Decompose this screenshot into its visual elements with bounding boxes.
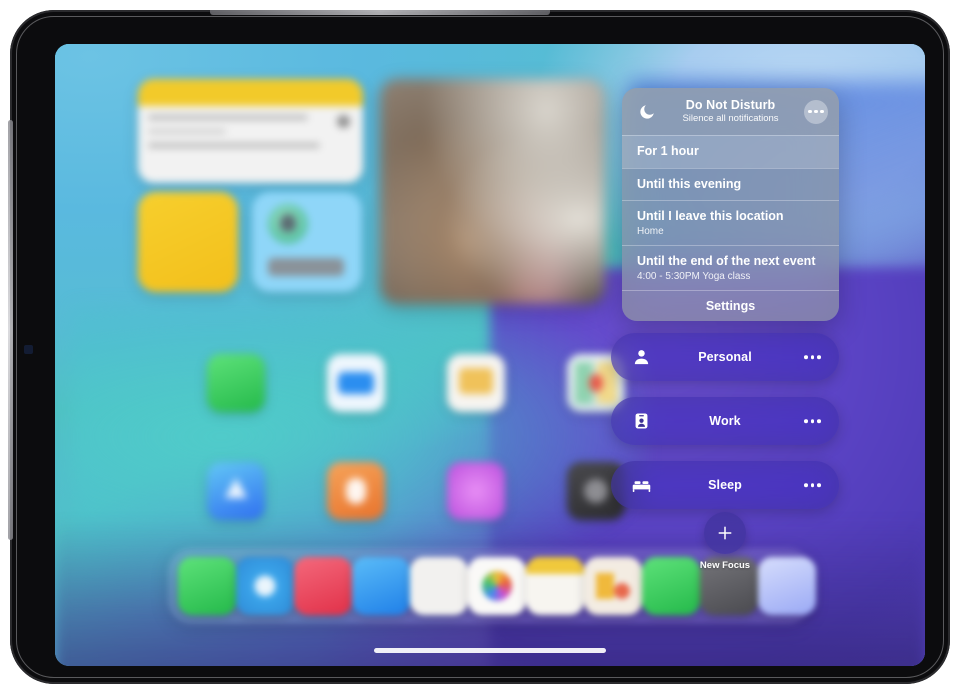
power-button[interactable] <box>24 345 33 354</box>
notes-widget-header <box>138 79 363 106</box>
microphone-icon <box>280 214 296 232</box>
notes-widget[interactable] <box>138 79 363 183</box>
do-not-disturb-title: Do Not Disturb <box>685 98 776 113</box>
dnd-option-sublabel: 4:00 - 5:30PM Yoga class <box>637 270 751 282</box>
dnd-option-until-this-evening[interactable]: Until this evening <box>622 167 839 201</box>
dnd-option-label: Until I leave this location <box>637 209 784 224</box>
dnd-settings-button[interactable]: Settings <box>622 289 839 321</box>
dnd-option-label: Until this evening <box>637 176 742 191</box>
notes-widget-body <box>138 106 363 148</box>
focus-mode-sleep[interactable]: Sleep <box>611 461 839 509</box>
dock-icon-news[interactable] <box>410 557 468 615</box>
new-focus-label: New Focus <box>699 560 751 571</box>
app-icon-messages[interactable] <box>207 354 265 412</box>
notes-widget-badge <box>337 115 350 128</box>
new-focus-button[interactable] <box>704 512 746 554</box>
dock-icon-messages[interactable] <box>178 557 236 615</box>
note-line <box>148 115 308 120</box>
do-not-disturb-header[interactable]: Do Not Disturb Silence all notifications <box>622 88 839 135</box>
more-options-icon[interactable] <box>804 419 821 423</box>
dock-icon-photos[interactable] <box>468 557 526 615</box>
do-not-disturb-subtitle: Silence all notifications <box>682 112 779 124</box>
focus-mode-work[interactable]: Work <box>611 397 839 445</box>
moon-icon <box>640 104 654 119</box>
ipad-screen: Do Not Disturb Silence all notifications… <box>55 44 925 666</box>
dnd-option-for-1-hour[interactable]: For 1 hour <box>622 135 839 168</box>
dnd-option-label: For 1 hour <box>637 144 699 158</box>
reminders-widget[interactable] <box>138 192 238 292</box>
do-not-disturb-title-group: Do Not Disturb Silence all notifications <box>682 98 778 124</box>
bed-icon <box>632 481 651 493</box>
more-options-icon[interactable] <box>804 483 821 487</box>
dnd-option-sublabel: Home <box>637 225 664 237</box>
device-left-antenna-strip <box>8 120 13 540</box>
app-icon-mail[interactable] <box>327 354 385 412</box>
app-icon-appstore[interactable] <box>207 462 265 520</box>
plus-icon <box>718 526 732 540</box>
do-not-disturb-panel: Do Not Disturb Silence all notifications… <box>622 88 839 321</box>
dock-icon-safari[interactable] <box>236 557 294 615</box>
photos-widget[interactable] <box>380 79 605 304</box>
dnd-option-until-end-of-next-event[interactable]: Until the end of the next event 4:00 - 5… <box>622 244 839 290</box>
photos-widget-image <box>380 79 605 304</box>
home-indicator[interactable] <box>374 648 606 653</box>
focus-mode-personal[interactable]: Personal <box>611 333 839 381</box>
app-icon-photos[interactable] <box>447 462 505 520</box>
dock-icon-notes[interactable] <box>526 557 584 615</box>
dock-icon-mail[interactable] <box>352 557 410 615</box>
app-icon-files[interactable] <box>447 354 505 412</box>
dock-icon-music[interactable] <box>294 557 352 615</box>
dnd-option-label: Until the end of the next event <box>637 253 816 268</box>
more-options-icon[interactable] <box>804 355 821 359</box>
more-options-icon[interactable] <box>804 99 828 124</box>
dnd-settings-label: Settings <box>705 298 756 313</box>
note-line <box>148 143 321 148</box>
ipad-device-frame: Do Not Disturb Silence all notifications… <box>8 10 950 684</box>
app-icon-podcasts[interactable] <box>327 462 385 520</box>
podcasts-widget-title-bar <box>268 258 344 276</box>
note-line <box>148 129 226 134</box>
device-top-antenna-band <box>210 10 550 15</box>
dock-icon-keynote[interactable] <box>584 557 642 615</box>
new-focus-group: New Focus <box>680 512 770 571</box>
id-badge-icon <box>635 413 648 429</box>
podcasts-widget[interactable] <box>252 192 362 292</box>
dnd-option-until-i-leave-this-location[interactable]: Until I leave this location Home <box>622 200 839 245</box>
person-icon <box>634 350 649 365</box>
